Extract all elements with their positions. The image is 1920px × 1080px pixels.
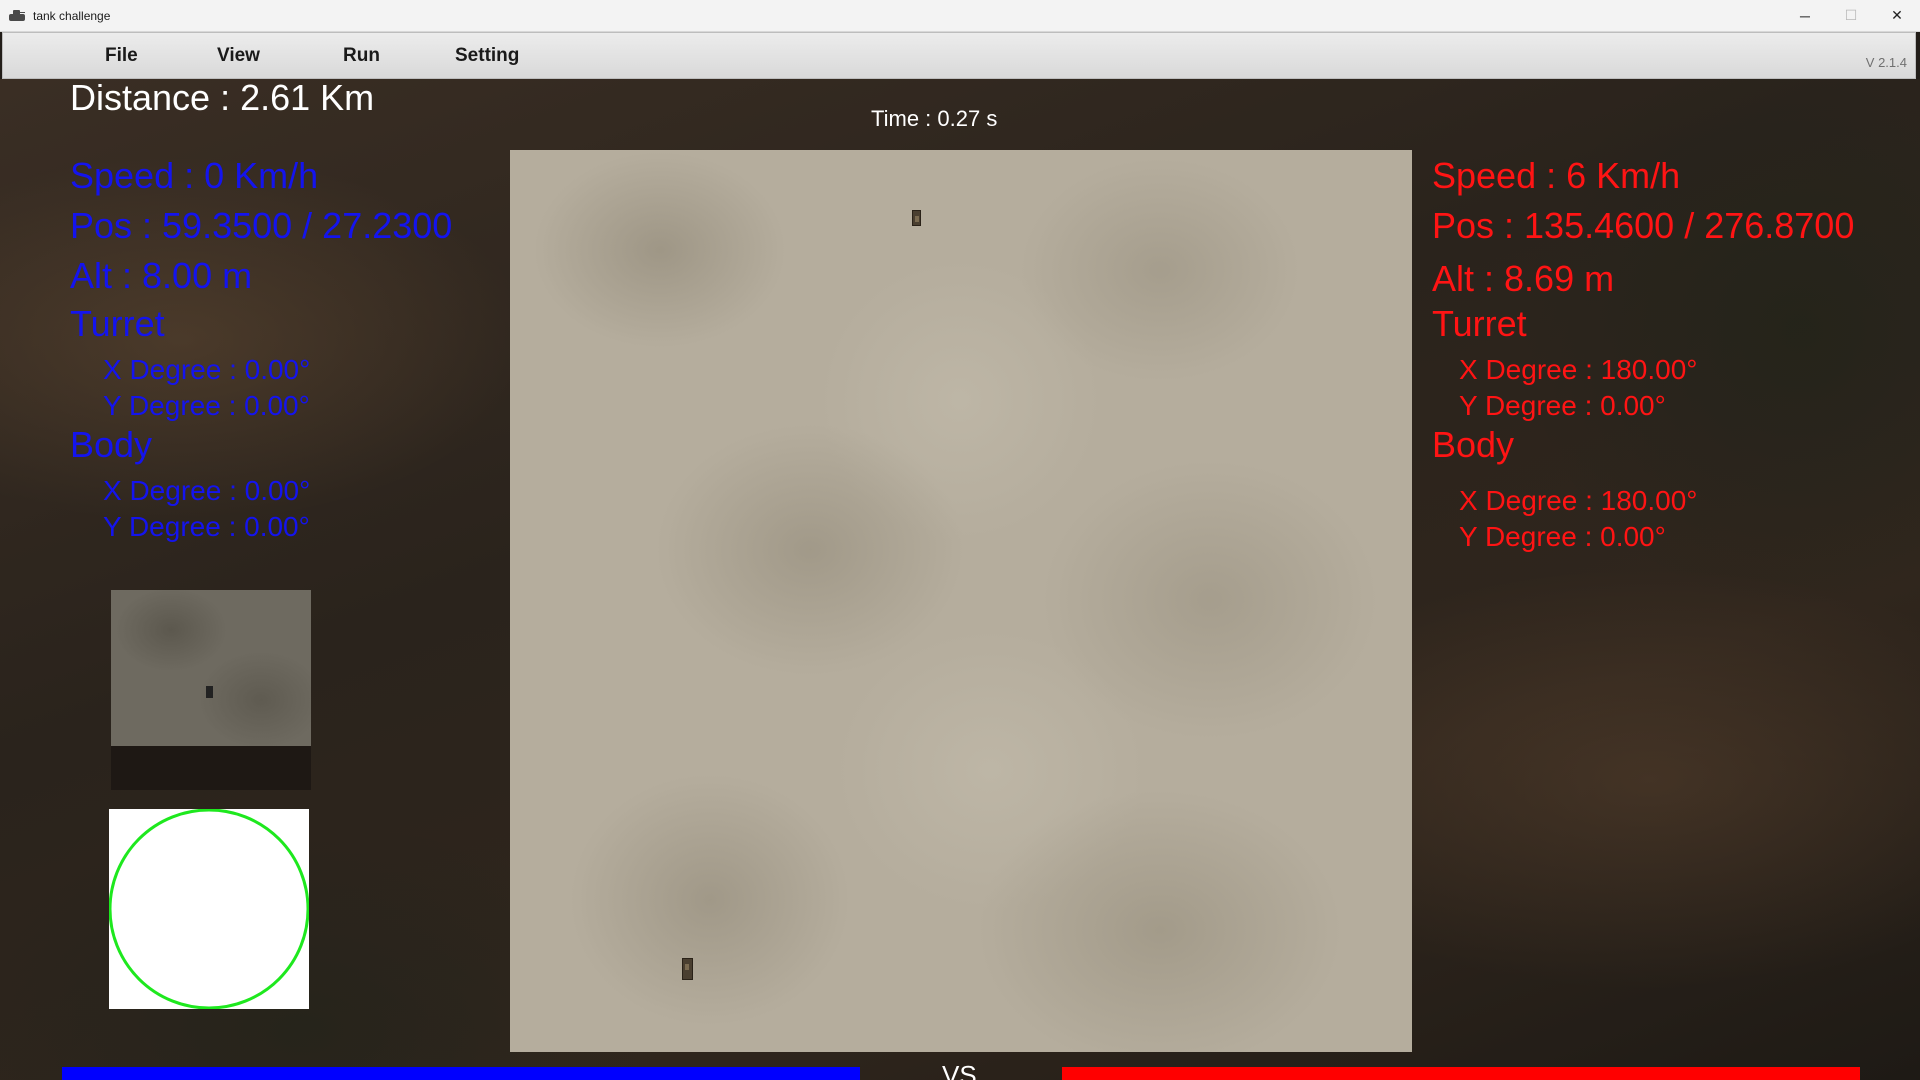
menu-file[interactable]: File: [105, 45, 138, 67]
blue-tank-marker: [682, 958, 693, 980]
menu-bar: File View Run Setting V 2.1.4: [2, 32, 1916, 79]
camera-view: [111, 590, 311, 790]
blue-speed: Speed : 0 Km/h: [70, 155, 319, 196]
version-label: V 2.1.4: [1865, 55, 1907, 70]
blue-health-bar: [62, 1067, 860, 1080]
blue-turret-x: X Degree : 0.00°: [103, 354, 311, 385]
blue-body-y: Y Degree : 0.00°: [103, 511, 310, 542]
camera-sky: [111, 590, 311, 746]
red-turret-y: Y Degree : 0.00°: [1459, 390, 1666, 421]
red-speed: Speed : 6 Km/h: [1432, 155, 1681, 196]
red-body-x: X Degree : 180.00°: [1459, 485, 1698, 516]
time-readout: Time : 0.27 s: [871, 106, 998, 131]
blue-body-x: X Degree : 0.00°: [103, 475, 311, 506]
distance-readout: Distance : 2.61 Km: [70, 77, 375, 118]
menu-view[interactable]: View: [217, 45, 260, 67]
blue-turret-y: Y Degree : 0.00°: [103, 390, 310, 421]
battlefield-map[interactable]: [510, 150, 1412, 1052]
red-altitude: Alt : 8.69 m: [1432, 258, 1615, 299]
menu-setting[interactable]: Setting: [455, 45, 519, 67]
vs-label: VS: [942, 1060, 977, 1080]
camera-target: [206, 686, 213, 698]
blue-body-label: Body: [70, 424, 153, 465]
blue-position: Pos : 59.3500 / 27.2300: [70, 205, 453, 246]
red-position: Pos : 135.4600 / 276.8700: [1432, 205, 1855, 246]
blue-altitude: Alt : 8.00 m: [70, 255, 253, 296]
minimize-button[interactable]: ─: [1782, 0, 1828, 31]
app-window: tank challenge ─ ☐ ✕ File View Run Setti…: [0, 0, 1920, 1080]
red-body-label: Body: [1432, 424, 1515, 465]
tank-app-icon: [9, 9, 25, 22]
window-title: tank challenge: [33, 8, 111, 23]
close-button[interactable]: ✕: [1874, 0, 1920, 31]
maximize-button[interactable]: ☐: [1828, 0, 1874, 31]
radar-ring: [109, 809, 309, 1009]
red-turret-x: X Degree : 180.00°: [1459, 354, 1698, 385]
red-turret-label: Turret: [1432, 303, 1527, 344]
red-tank-marker: [912, 210, 921, 226]
title-bar: tank challenge ─ ☐ ✕: [0, 0, 1920, 32]
radar-scope: [109, 809, 309, 1009]
blue-turret-label: Turret: [70, 303, 165, 344]
window-controls: ─ ☐ ✕: [1782, 0, 1920, 31]
radar-circle: [109, 809, 309, 1009]
red-body-y: Y Degree : 0.00°: [1459, 521, 1666, 552]
red-health-bar: [1062, 1067, 1860, 1080]
menu-run[interactable]: Run: [343, 45, 380, 67]
